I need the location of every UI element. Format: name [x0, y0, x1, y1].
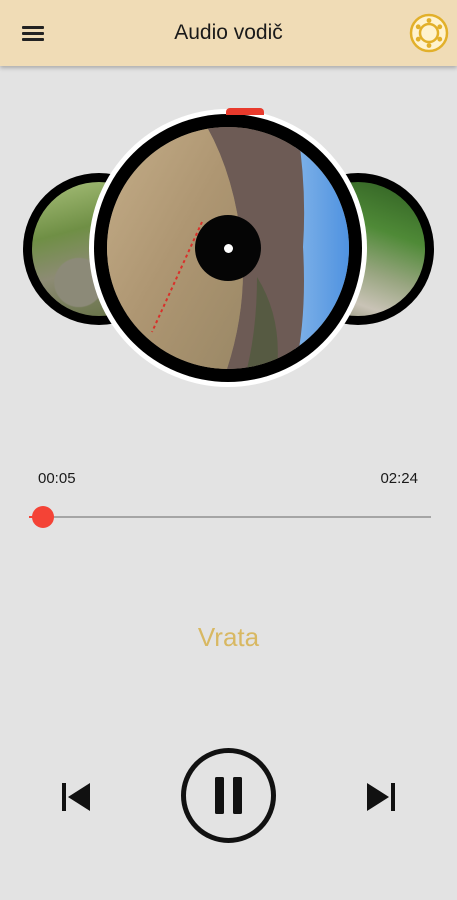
skip-next-icon	[367, 783, 395, 811]
track-title: Vrata	[197, 622, 260, 652]
pause-icon	[181, 748, 276, 843]
pause-button[interactable]	[180, 747, 277, 844]
next-track-button[interactable]	[358, 774, 404, 820]
seek-bar[interactable]	[29, 505, 431, 529]
disc-spindle-hole	[223, 243, 233, 253]
current-track-disc[interactable]	[89, 109, 367, 387]
disc-center-label	[195, 215, 261, 281]
seek-thumb[interactable]	[32, 506, 54, 528]
skip-previous-icon	[62, 783, 90, 811]
audio-guide-screen: Audio vodič 00:05 02:24 Vrata	[0, 0, 457, 900]
top-app-bar: Audio vodič	[0, 0, 457, 66]
page-title: Audio vodič	[174, 21, 283, 44]
vinyl-disc	[94, 114, 362, 382]
current-time: 00:05	[38, 470, 76, 487]
previous-track-button[interactable]	[53, 774, 99, 820]
total-time: 02:24	[380, 470, 418, 487]
disc-progress-indicator	[226, 108, 264, 115]
seek-track	[29, 516, 431, 518]
brand-logo-icon[interactable]	[409, 13, 449, 53]
